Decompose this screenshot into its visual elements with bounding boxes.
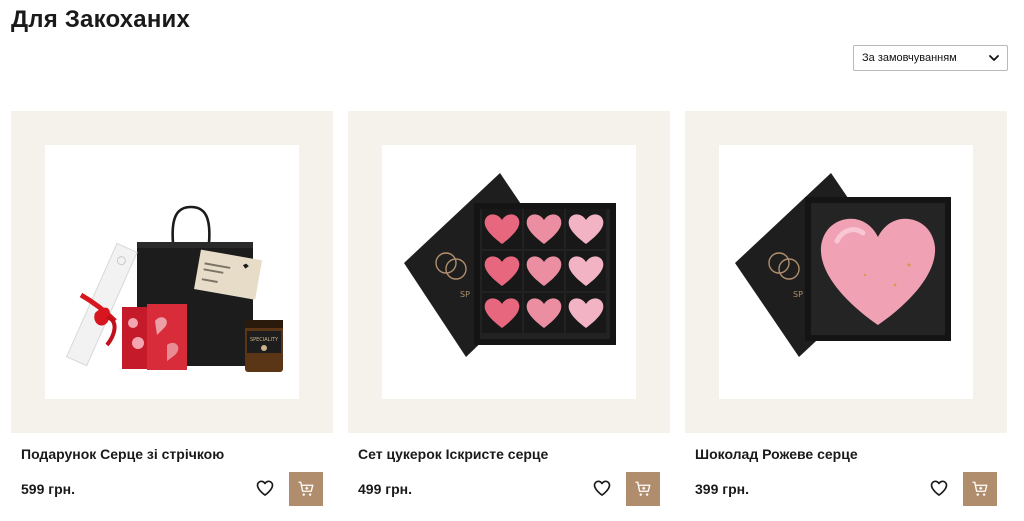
product-price: 399 грн.: [695, 481, 749, 497]
sort-select-value: За замовчуванням: [862, 52, 957, 64]
sort-select[interactable]: За замовчуванням: [853, 45, 1008, 71]
product-card: SP Сет цукерок Іскристе серце 499 грн.: [348, 111, 670, 521]
page-title: Для Закоханих: [11, 6, 191, 33]
product-image: SP: [735, 173, 951, 357]
add-to-cart-button[interactable]: [963, 472, 997, 506]
add-to-cart-button[interactable]: [626, 472, 660, 506]
jar-label-text: SPECIALITY: [250, 337, 279, 343]
product-card: SP Шоколад Рожеве серце 399 грн.: [685, 111, 1007, 521]
product-name[interactable]: Подарунок Серце зі стрічкою: [21, 446, 224, 462]
box-brand-text: SP: [460, 290, 470, 299]
product-image: SP: [404, 173, 616, 357]
chevron-down-icon: [989, 55, 999, 61]
add-to-cart-button[interactable]: [289, 472, 323, 506]
shopping-cart-icon: [972, 481, 988, 496]
heart-outline-icon[interactable]: [255, 478, 275, 498]
product-name[interactable]: Шоколад Рожеве серце: [695, 446, 858, 462]
box-brand-text: SP: [793, 290, 803, 299]
product-image-area[interactable]: SP: [348, 111, 670, 433]
product-price: 599 грн.: [21, 481, 75, 497]
heart-outline-icon[interactable]: [592, 478, 612, 498]
product-image-area[interactable]: SPECIALITY: [11, 111, 333, 433]
product-image: SPECIALITY: [65, 205, 283, 372]
heart-outline-icon[interactable]: [929, 478, 949, 498]
product-price: 499 грн.: [358, 481, 412, 497]
product-card: SPECIALITY Подарунок Серце зі стрічкою 5…: [11, 111, 333, 521]
shopping-cart-icon: [298, 481, 314, 496]
product-name[interactable]: Сет цукерок Іскристе серце: [358, 446, 548, 462]
product-image-area[interactable]: SP: [685, 111, 1007, 433]
shopping-cart-icon: [635, 481, 651, 496]
